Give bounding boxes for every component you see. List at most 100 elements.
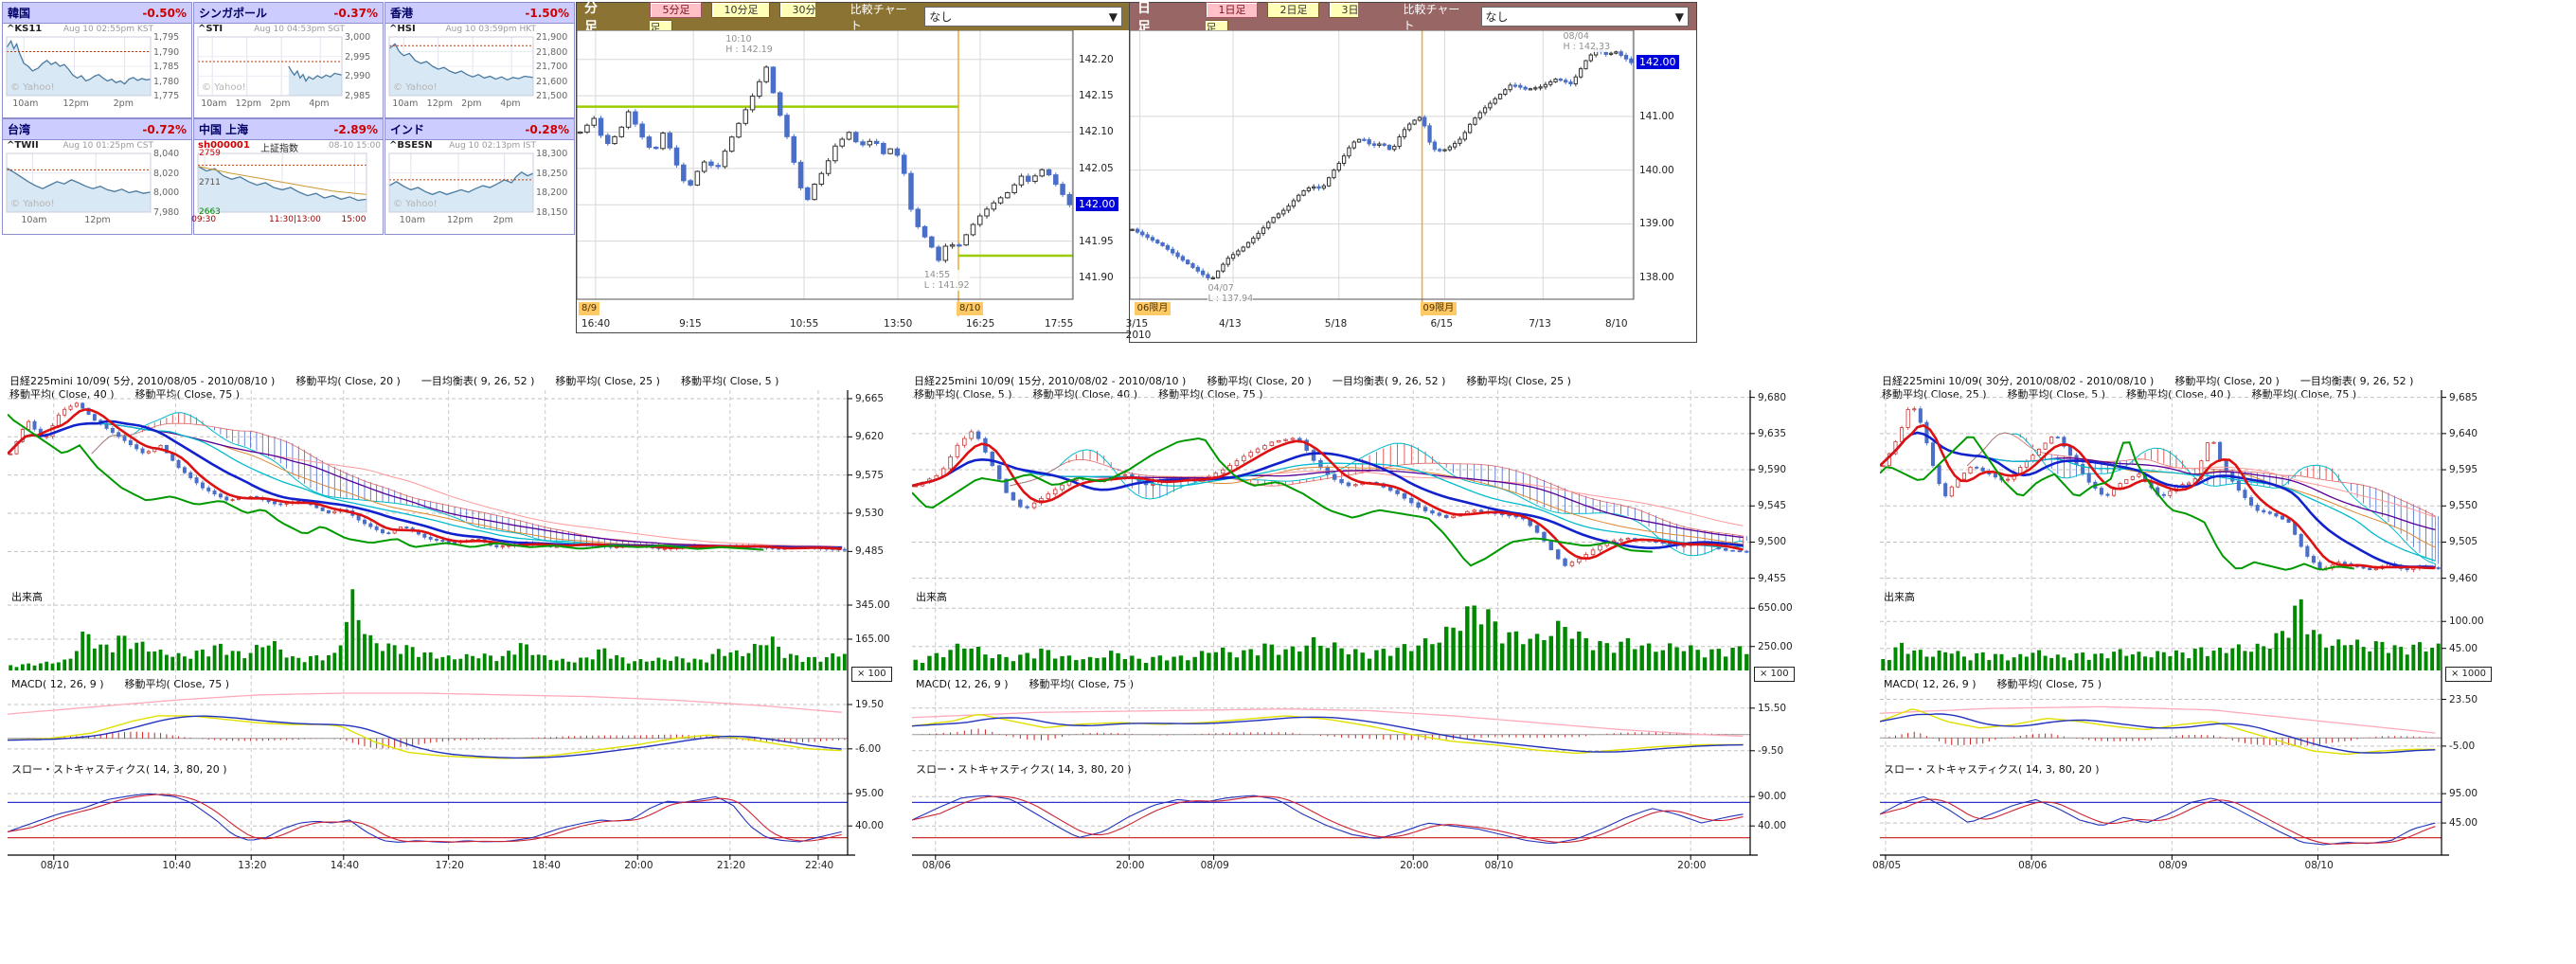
time-axis-label: 08/10	[2305, 860, 2334, 871]
y-axis-label: 8,000	[153, 187, 179, 198]
y-axis-label: 3,000	[345, 32, 370, 43]
market-panel-^HSI[interactable]: 香港-1.50%^HSIAug 10 03:59pm HKT21,90021,8…	[385, 2, 575, 118]
daily-timeframe-button-1日足[interactable]: 1日足	[1206, 2, 1258, 18]
macd-section-label: MACD( 12, 26, 9 ) 移動平均( Close, 75 )	[916, 676, 1134, 691]
time-axis-label: 08/06	[2018, 860, 2047, 871]
axis-value-label: 9,595	[2449, 464, 2478, 475]
compare-chart-select[interactable]: なし▼	[1481, 7, 1689, 27]
time-axis-label: 4/13	[1219, 318, 1242, 330]
x-axis-label: 2pm	[270, 98, 290, 109]
axis-value-label: 19.50	[855, 699, 884, 710]
x-axis-label: 2pm	[461, 98, 481, 109]
y-axis-label: 18,200	[536, 187, 567, 198]
market-panel-header: 韓国-0.50%	[3, 3, 191, 24]
market-country-label: 中国 上海	[199, 121, 248, 137]
macd-section-label: MACD( 12, 26, 9 ) 移動平均( Close, 75 )	[1884, 676, 2102, 691]
time-axis-label: 9:15	[679, 318, 702, 330]
yahoo-watermark: © Yahoo!	[202, 82, 246, 93]
axis-value-label: 9,635	[1758, 428, 1786, 439]
session-marker: 06限月	[1135, 302, 1172, 315]
session-marker: 8/9	[579, 302, 599, 315]
time-axis-label: 22:40	[805, 860, 833, 871]
tech-chart-canvas	[912, 390, 1818, 864]
time-axis-label: 20:00	[1116, 860, 1144, 871]
high-low-annotation: 04/07L : 137.94	[1208, 283, 1253, 304]
market-change-percent: -1.50%	[525, 7, 569, 20]
minute-bar-chart-panel: 分 足 5分足10分足30分足 比較チャート なし▼ 142.20142.151…	[576, 2, 1131, 333]
high-low-annotation: 10:10H : 142.19	[725, 34, 773, 55]
market-timestamp: Aug 10 03:59pm HKT	[446, 25, 537, 34]
y-axis-label: 18,150	[536, 207, 567, 218]
market-panel-^STI[interactable]: シンガポール-0.37%^STIAug 10 04:53pm SGT3,0002…	[193, 2, 384, 118]
volume-multiplier-box: × 100	[1754, 667, 1795, 682]
x-axis-label: 10am	[21, 215, 46, 225]
market-country-label: 台湾	[8, 121, 30, 137]
yahoo-watermark: © Yahoo!	[393, 199, 438, 209]
price-tick-label: 139.00	[1639, 218, 1674, 229]
market-country-label: 香港	[390, 5, 413, 21]
axis-value-label: 9,665	[855, 393, 884, 404]
last-price-box: 142.00	[1076, 197, 1118, 211]
price-tick-label: 141.00	[1639, 111, 1674, 122]
market-change-percent: -2.89%	[333, 123, 378, 136]
time-axis-label: 10:55	[790, 318, 818, 330]
y-axis-label: 18,300	[536, 149, 567, 159]
x-axis-label: 12pm	[84, 215, 110, 225]
last-price-box: 142.00	[1637, 55, 1679, 69]
axis-value-label: 95.00	[855, 788, 884, 799]
high-low-annotation: 14:55L : 141.92	[924, 270, 970, 291]
x-axis-label: 09:30	[191, 215, 216, 225]
axis-value-label: 9,590	[1758, 464, 1786, 475]
compare-chart-select[interactable]: なし▼	[924, 7, 1122, 27]
y-axis-label: 1,795	[153, 32, 179, 43]
market-panel-^TWII[interactable]: 台湾-0.72%^TWIIAug 10 01:25pm CST8,0408,02…	[2, 118, 192, 235]
market-country-label: 韓国	[8, 5, 30, 21]
yahoo-watermark: © Yahoo!	[10, 199, 55, 209]
market-timestamp: Aug 10 02:13pm IST	[449, 141, 536, 151]
market-country-label: インド	[390, 121, 424, 137]
market-panel-^KS11[interactable]: 韓国-0.50%^KS11Aug 10 02:55pm KST1,7951,79…	[2, 2, 192, 118]
y-axis-label: 2,990	[345, 71, 370, 81]
market-panel-body: ^STIAug 10 04:53pm SGT3,0002,9952,9902,9…	[194, 23, 385, 119]
daily-chart-plot: 141.00140.00139.00138.00142.0006限月09限月3/…	[1130, 30, 1696, 342]
price-tick-label: 141.95	[1079, 236, 1114, 247]
price-tick-label: 138.00	[1639, 272, 1674, 283]
axis-value-label: 9,505	[2449, 536, 2478, 547]
daily-timeframe-button-2日足[interactable]: 2日足	[1267, 2, 1319, 18]
candle-chart-canvas	[577, 30, 1130, 337]
axis-value-label: 9,530	[855, 508, 884, 519]
x-axis-label: 10am	[201, 98, 226, 109]
axis-value-label: 9,500	[1758, 536, 1786, 547]
market-change-percent: -0.72%	[142, 123, 187, 136]
market-symbol: ^STI	[198, 24, 223, 34]
x-axis-label: 12pm	[447, 215, 473, 225]
session-marker: 8/10	[957, 302, 983, 315]
market-panel-sh000001[interactable]: 中国 上海-2.89%sh000001上証指数08-10 15:00275927…	[193, 118, 384, 235]
y-axis-label: 21,600	[536, 77, 567, 87]
chevron-down-icon: ▼	[1675, 10, 1684, 24]
tech-chart-30min: 日経225mini 10/09( 30分, 2010/08/02 - 2010/…	[1880, 375, 2574, 886]
trading-dashboard: 韓国-0.50%^KS11Aug 10 02:55pm KST1,7951,79…	[0, 0, 2576, 964]
x-axis-label: 2pm	[114, 98, 134, 109]
axis-value-label: 90.00	[1758, 791, 1786, 802]
world-markets-grid: 韓国-0.50%^KS11Aug 10 02:55pm KST1,7951,79…	[0, 0, 578, 237]
y-axis-label: 21,800	[536, 47, 567, 58]
y-axis-label: 1,775	[153, 91, 179, 101]
x-axis-label: 10am	[12, 98, 38, 109]
axis-value-label: 9,550	[2449, 500, 2478, 511]
time-axis-label: 16:40	[581, 318, 610, 330]
market-timestamp: Aug 10 02:55pm KST	[63, 25, 153, 34]
axis-value-label: -5.00	[2449, 741, 2475, 752]
price-tick-label: 142.05	[1079, 163, 1114, 174]
time-axis-label: 08/06	[922, 860, 951, 871]
price-tick-label: 142.20	[1079, 54, 1114, 65]
axis-value-label: 45.00	[2449, 643, 2478, 654]
axis-value-label: -9.50	[1758, 745, 1783, 757]
market-panel-^BSESN[interactable]: インド-0.28%^BSESNAug 10 02:13pm IST18,3001…	[385, 118, 575, 235]
minute-timeframe-button-5分足[interactable]: 5分足	[650, 2, 702, 18]
daily-chart-header: 日 足 1日足2日足3日足 比較チャート なし▼	[1130, 3, 1696, 30]
axis-value-label: 23.50	[2449, 694, 2478, 705]
minute-timeframe-button-10分足[interactable]: 10分足	[711, 2, 770, 18]
y-axis-label: 21,700	[536, 62, 567, 72]
time-axis-label: 18:40	[532, 860, 561, 871]
